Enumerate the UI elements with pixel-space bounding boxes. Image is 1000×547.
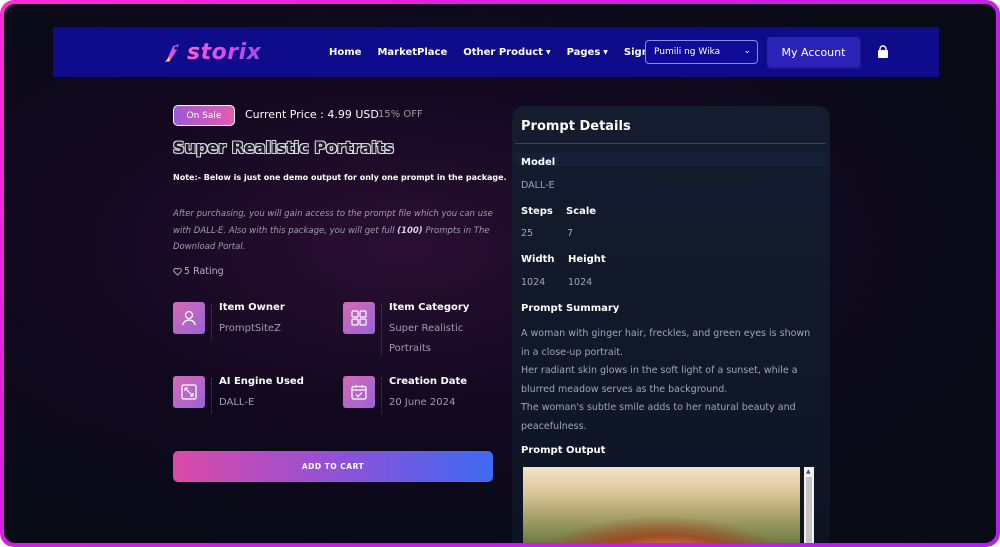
creation-date-value: 20 June 2024 xyxy=(389,397,456,408)
divider xyxy=(211,304,212,340)
scroll-thumb[interactable] xyxy=(806,477,812,543)
caret-down-icon: ▼ xyxy=(545,48,551,56)
height-label: Height xyxy=(568,254,606,265)
language-select[interactable]: Pumili ng Wika ⌄ xyxy=(645,40,758,64)
item-owner-value: PromptSiteZ xyxy=(219,323,281,334)
nav-marketplace[interactable]: MarketPlace xyxy=(377,47,447,58)
caret-down-icon: ▼ xyxy=(603,48,608,56)
height-value: 1024 xyxy=(568,277,593,288)
ai-engine-value: DALL-E xyxy=(219,397,255,408)
divider xyxy=(381,378,382,414)
width-label: Width xyxy=(521,254,555,265)
nav-links: Home MarketPlace Other Product ▼ Pages ▼ S… xyxy=(329,27,663,77)
add-to-cart-button[interactable]: ADD TO CART xyxy=(173,451,493,482)
chevron-down-icon: ⌄ xyxy=(743,46,751,56)
item-category-value: Super Realistic Portraits xyxy=(389,323,464,354)
nav-home[interactable]: Home xyxy=(329,47,361,58)
site-logo[interactable]: storix xyxy=(163,38,261,66)
width-value: 1024 xyxy=(521,277,546,288)
product-title: Super Realistic Portraits xyxy=(173,138,394,157)
nav-other-product-label: Other Product xyxy=(463,46,543,58)
top-navbar: storix Home MarketPlace Other Product ▼ P… xyxy=(53,27,939,77)
window-frame: storix Home MarketPlace Other Product ▼ P… xyxy=(0,0,1000,547)
demo-note: Note:- Below is just one demo output for… xyxy=(173,173,507,182)
scroll-up-arrow-icon[interactable]: ▲ xyxy=(806,468,811,475)
nav-pages[interactable]: Pages ▼ xyxy=(567,47,608,58)
language-select-value: Pumili ng Wika xyxy=(654,47,721,57)
scale-label: Scale xyxy=(566,206,597,217)
model-row-highlight xyxy=(515,153,826,166)
portrait-output-image xyxy=(523,467,800,543)
description-prompt-count: (100) xyxy=(397,225,423,236)
user-icon xyxy=(173,302,205,334)
item-category-label: Item Category xyxy=(389,302,470,313)
creation-date-label: Creation Date xyxy=(389,376,468,387)
current-price: Current Price : 4.99 USD xyxy=(245,108,379,121)
page: storix Home MarketPlace Other Product ▼ P… xyxy=(4,4,996,543)
divider xyxy=(515,143,826,144)
heart-icon xyxy=(173,267,182,276)
prompt-output-label: Prompt Output xyxy=(521,445,606,456)
rating-text: 5 Rating xyxy=(184,266,224,277)
prompt-details-panel: Prompt Details Model DALL-E Steps Scale … xyxy=(512,106,830,543)
scale-value: 7 xyxy=(567,228,574,239)
steps-label: Steps xyxy=(521,206,553,217)
shopping-bag-icon[interactable] xyxy=(876,45,890,59)
nav-other-product[interactable]: Other Product ▼ xyxy=(463,47,550,58)
item-owner-label: Item Owner xyxy=(219,302,285,313)
prompt-summary-text: A woman with ginger hair, freckles, and … xyxy=(521,325,821,436)
calendar-icon xyxy=(343,376,375,408)
discount-label: 15% OFF xyxy=(378,109,423,120)
model-value: DALL-E xyxy=(521,180,555,191)
my-account-button[interactable]: My Account xyxy=(767,37,860,67)
product-description: After purchasing, you will gain access t… xyxy=(173,206,503,256)
divider xyxy=(381,304,382,356)
prompt-summary-label: Prompt Summary xyxy=(521,303,620,314)
rating[interactable]: 5 Rating xyxy=(173,266,224,277)
steps-value: 25 xyxy=(521,228,534,239)
summary-line: A woman with ginger hair, freckles, and … xyxy=(521,328,811,358)
rocket-logo-icon xyxy=(165,44,179,62)
expand-icon xyxy=(173,376,205,408)
grid-icon xyxy=(343,302,375,334)
nav-pages-label: Pages xyxy=(566,46,601,58)
output-scrollbar[interactable]: ▲ xyxy=(804,467,814,543)
summary-line: Her radiant skin glows in the soft light… xyxy=(521,365,798,395)
on-sale-badge: On Sale xyxy=(173,105,235,126)
model-label: Model xyxy=(521,157,556,168)
divider xyxy=(211,378,212,414)
ai-engine-label: AI Engine Used xyxy=(219,376,304,387)
prompt-details-title: Prompt Details xyxy=(521,119,631,134)
logo-text: storix xyxy=(187,39,262,65)
prompt-output-viewer: ▲ xyxy=(523,467,814,543)
summary-line: The woman's subtle smile adds to her nat… xyxy=(521,402,796,432)
